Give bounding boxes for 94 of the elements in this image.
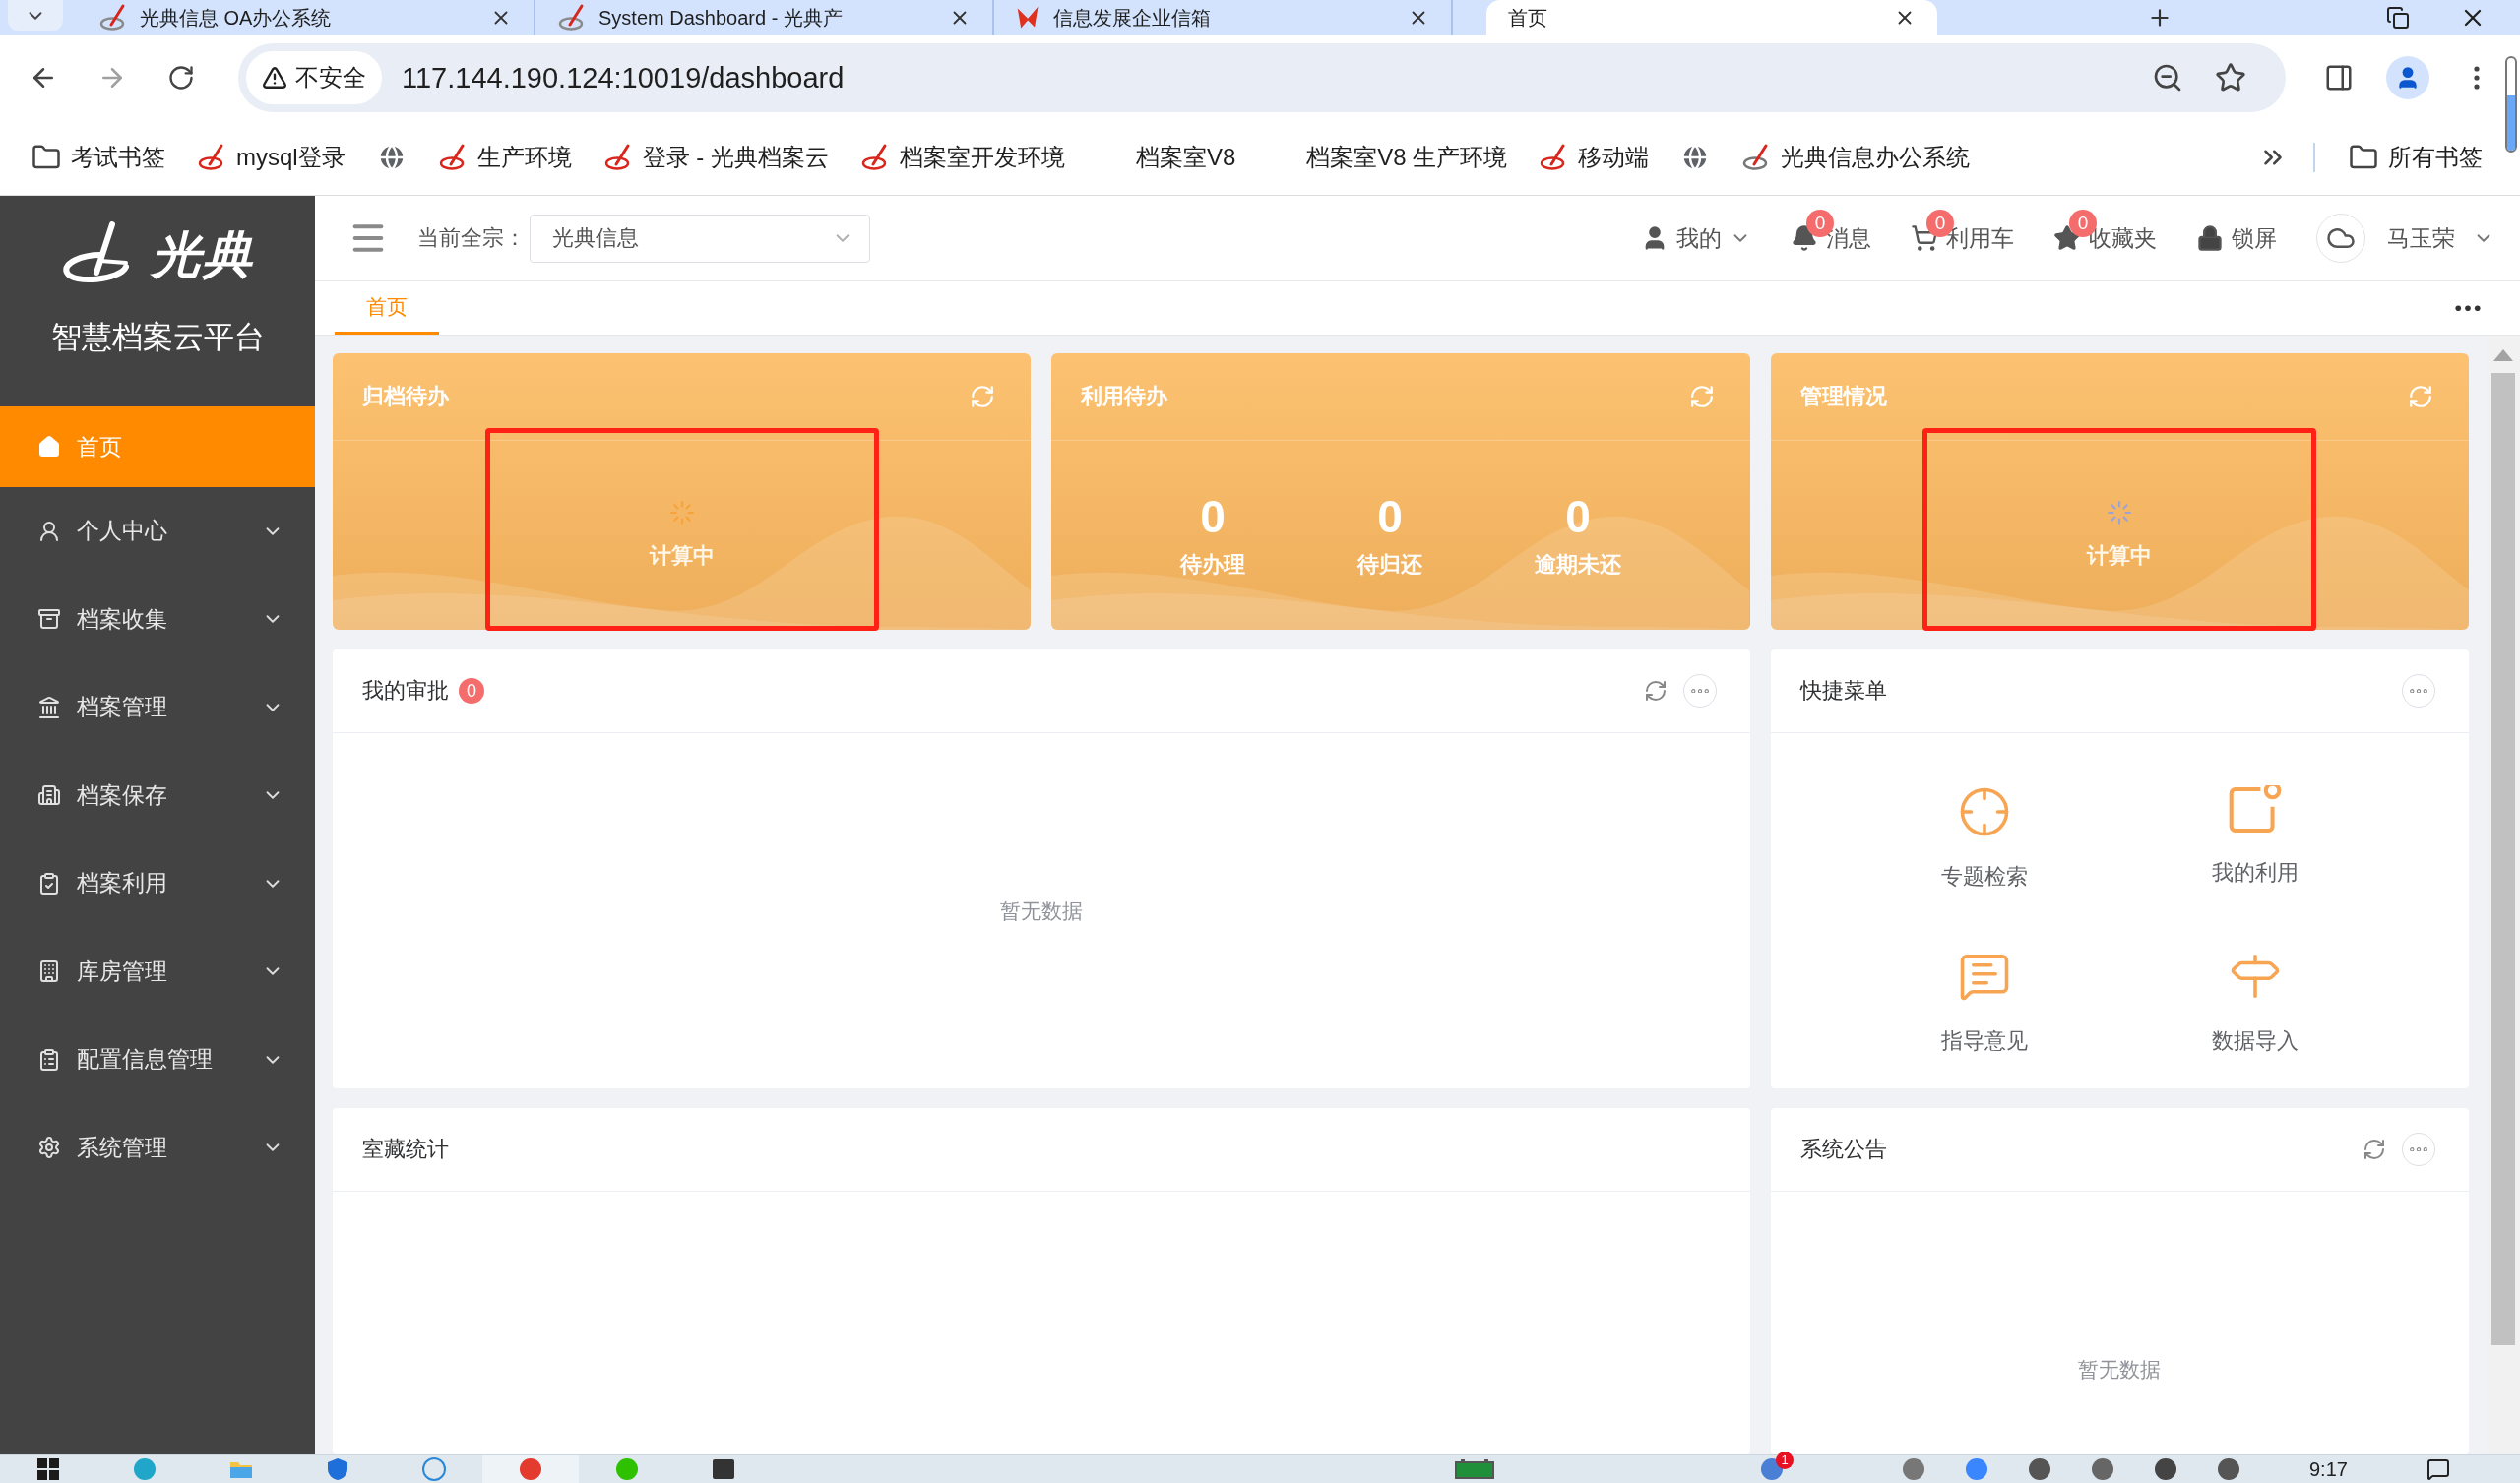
more-icon[interactable] (2455, 304, 2481, 312)
bookmark-link[interactable]: 登录 - 光典档案云 (595, 136, 837, 179)
shortcut-button[interactable]: 专题检索 (1940, 785, 2028, 892)
clipboard-list-icon (37, 1047, 61, 1072)
square-with-dot-icon (2228, 785, 2282, 834)
fonds-label: 当前全宗： (417, 224, 526, 252)
sidebar-menu-item[interactable]: 档案收集 (0, 575, 315, 663)
sidebar-menu-item[interactable]: 配置信息管理 (0, 1016, 315, 1104)
notification-icon[interactable] (2426, 1457, 2450, 1481)
shield-icon (326, 1457, 349, 1481)
empty-state-text: 暂无数据 (2078, 1356, 2162, 1383)
more-icon (2410, 688, 2427, 694)
archive-box-icon (37, 607, 61, 632)
card-title: 利用待办 (1081, 383, 1168, 410)
tray-icon[interactable] (1902, 1457, 1925, 1481)
card-title: 管理情况 (1799, 383, 1887, 410)
bookmark-link[interactable]: 生产环境 (429, 136, 580, 179)
square-app-icon (712, 1457, 735, 1481)
cloud-avatar-icon (2316, 214, 2365, 263)
bookmark-link[interactable]: 考试书签 (24, 136, 173, 179)
panel-title: 我的审批 (362, 677, 449, 705)
bookmark-link[interactable]: mysql登录 (189, 136, 353, 179)
tray-icon[interactable] (2154, 1457, 2177, 1481)
count-value: 0 (1565, 491, 1591, 542)
lock-screen-button[interactable]: 锁屏 (2196, 206, 2277, 271)
loading-text: 计算中 (2087, 542, 2153, 570)
security-chip[interactable]: 不安全 (246, 51, 382, 104)
app-circle-icon (133, 1457, 157, 1481)
tray-app-icon[interactable] (1760, 1457, 1784, 1481)
bookmark-link[interactable]: 光典信息办公系统 (1733, 136, 1979, 179)
tray-icon[interactable] (2217, 1457, 2240, 1481)
all-bookmarks-button[interactable]: 所有书签 (2341, 136, 2490, 179)
shortcut-button[interactable]: 指导意见 (1940, 950, 2028, 1056)
tray-icon[interactable] (2028, 1457, 2051, 1481)
bookmark-link[interactable]: 移动端 (1531, 136, 1658, 179)
address-bar[interactable]: 不安全 117.144.190.124:10019/dashboard (238, 43, 2286, 112)
sidebar-menu-item[interactable]: 系统管理 (0, 1103, 315, 1192)
office-building-icon (37, 959, 61, 984)
kebab-menu-icon (2474, 66, 2480, 90)
url-text: 117.144.190.124:10019/dashboard (402, 61, 845, 94)
platform-name: 智慧档案云平台 (50, 319, 265, 356)
empty-state-text: 暂无数据 (999, 897, 1083, 924)
sidebar-menu-item[interactable]: 档案利用 (0, 839, 315, 928)
browser-tab[interactable]: 首页 (1486, 0, 1937, 35)
shortcut-button[interactable]: 我的利用 (2211, 785, 2299, 892)
bookmark-link[interactable]: 档案室V8 生产环境 (1259, 136, 1516, 179)
clock-time: 9:17 (2309, 1457, 2348, 1481)
panel-title: 室藏统计 (362, 1136, 449, 1163)
building-icon (37, 783, 61, 808)
refresh-icon[interactable] (2362, 1138, 2386, 1161)
panel-title: 系统公告 (1799, 1136, 1887, 1163)
app-circle-icon (519, 1457, 542, 1481)
count-label: 待归还 (1357, 551, 1422, 579)
count-label: 逾期未还 (1535, 551, 1621, 579)
sidebar-menu-item[interactable]: 档案保存 (0, 751, 315, 839)
reload-icon (167, 64, 195, 92)
count-label: 待办理 (1180, 551, 1245, 579)
side-panel-icon (2324, 63, 2354, 93)
warning-icon (262, 65, 287, 91)
shortcut-button[interactable]: 数据导入 (2211, 950, 2299, 1056)
zoom-out-icon[interactable] (2152, 62, 2183, 93)
panel-title: 快捷菜单 (1799, 677, 1887, 705)
logo-text: 光典 (152, 225, 254, 284)
sidebar-menu-item[interactable]: 档案管理 (0, 663, 315, 752)
count-value: 0 (1377, 491, 1403, 542)
lock-icon (2196, 224, 2224, 252)
tray-icon[interactable] (2091, 1457, 2114, 1481)
app-circle-icon (615, 1457, 639, 1481)
loading-text: 计算中 (649, 542, 715, 570)
star-icon[interactable] (2215, 62, 2246, 93)
user-icon (37, 519, 61, 543)
meter-icon[interactable] (1455, 1459, 1494, 1479)
count-badge: 0 (459, 678, 484, 704)
restore-window-icon[interactable] (2386, 6, 2410, 30)
home-icon (37, 435, 61, 459)
more-icon (1690, 688, 1709, 694)
user-menu-button[interactable]: 马玉荣 (2316, 197, 2494, 279)
sidebar-menu-item[interactable]: 库房管理 (0, 927, 315, 1016)
clipboard-check-icon (37, 871, 61, 896)
ring-icon (422, 1457, 446, 1481)
fonds-select[interactable]: 光典信息 (530, 214, 870, 263)
bookmark-link[interactable]: 档案室V8 (1089, 136, 1244, 179)
more-icon (2410, 1146, 2427, 1152)
sidebar-menu-item[interactable]: 个人中心 (0, 487, 315, 576)
my-account-button[interactable]: 我的 (1641, 206, 1751, 271)
scrollbar-thumb[interactable] (2491, 373, 2515, 1345)
settings-icon (37, 1136, 61, 1160)
columns-building-icon (37, 695, 61, 719)
count-value: 0 (1200, 491, 1226, 542)
card-title: 归档待办 (362, 383, 449, 410)
profile-avatar-icon (2386, 56, 2429, 99)
start-grid-icon (37, 1458, 59, 1480)
refresh-icon[interactable] (1643, 679, 1668, 703)
bookmark-link[interactable]: 档案室开发环境 (852, 136, 1073, 179)
